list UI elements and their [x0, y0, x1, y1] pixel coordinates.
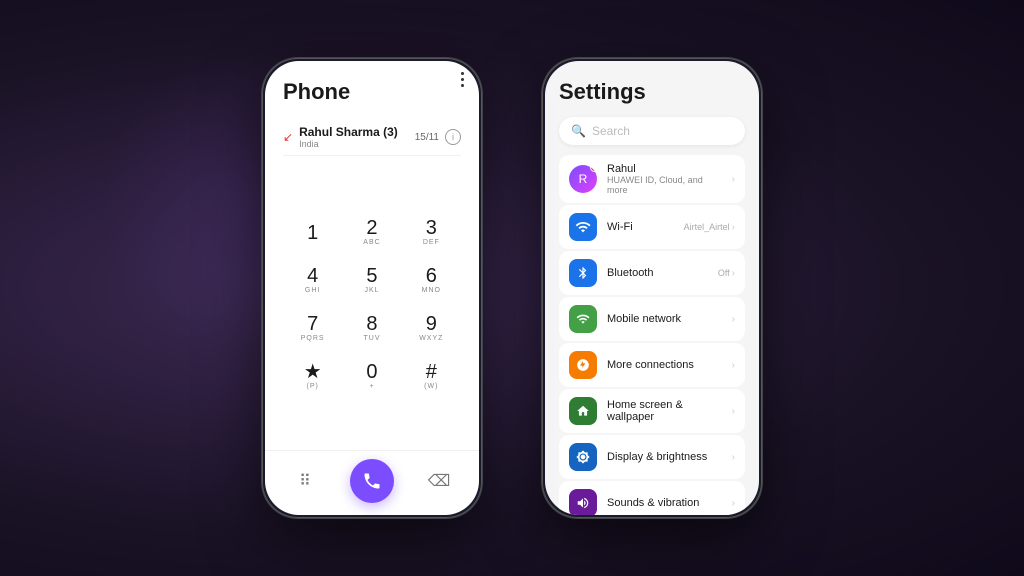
call-button[interactable]	[350, 459, 394, 503]
settings-item-more-connections[interactable]: More connections ›	[559, 343, 745, 387]
backspace-button[interactable]: ⌫	[424, 466, 454, 496]
dialpad: 1 2 ABC 3 DEF 4 GHI	[283, 164, 461, 450]
home-screen-label: Home screen & wallpaper	[607, 399, 722, 423]
call-count: 15/11	[415, 132, 439, 143]
dial-key-6[interactable]: 6 MNO	[405, 259, 457, 303]
settings-item-home-screen[interactable]: Home screen & wallpaper ›	[559, 389, 745, 433]
settings-search-bar[interactable]: 🔍 Search	[559, 117, 745, 145]
settings-item-wifi[interactable]: Wi-Fi Airtel_Airtel ›	[559, 205, 745, 249]
phone-device: Phone ↙ Rahul Sharma (3) India 15/11 i	[262, 58, 482, 518]
settings-item-display[interactable]: Display & brightness ›	[559, 435, 745, 479]
settings-item-bluetooth[interactable]: Bluetooth Off ›	[559, 251, 745, 295]
missed-call-icon: ↙	[283, 130, 293, 144]
home-screen-icon	[569, 397, 597, 425]
wifi-icon	[569, 213, 597, 241]
settings-list: R Rahul HUAWEI ID, Cloud, and more ›	[559, 155, 745, 515]
caller-name: Rahul Sharma (3)	[299, 125, 398, 139]
search-icon: 🔍	[571, 124, 586, 138]
dial-key-5[interactable]: 5 JKL	[346, 259, 398, 303]
mobile-network-icon	[569, 305, 597, 333]
settings-item-sounds[interactable]: Sounds & vibration ›	[559, 481, 745, 515]
dial-key-hash[interactable]: # (W)	[405, 355, 457, 399]
dial-key-star[interactable]: ★ (P)	[287, 355, 339, 399]
profile-name: Rahul	[607, 163, 722, 175]
mobile-network-label: Mobile network	[607, 313, 722, 325]
chevron-right-icon: ›	[732, 406, 735, 417]
bluetooth-icon	[569, 259, 597, 287]
phone-app: Phone ↙ Rahul Sharma (3) India 15/11 i	[265, 61, 479, 450]
wifi-value: Airtel_Airtel	[684, 222, 730, 232]
chevron-right-icon: ›	[732, 360, 735, 371]
chevron-right-icon: ›	[732, 174, 735, 185]
settings-app: Settings 🔍 Search R Rahul HUAWEI ID, Clo…	[545, 61, 759, 515]
dial-key-2[interactable]: 2 ABC	[346, 211, 398, 255]
bluetooth-label: Bluetooth	[607, 267, 708, 279]
phone-bottom-bar: ⠿ ⌫	[265, 450, 479, 515]
caller-country: India	[299, 139, 398, 149]
dial-key-9[interactable]: 9 WXYZ	[405, 307, 457, 351]
wifi-label: Wi-Fi	[607, 221, 674, 233]
profile-sub: HUAWEI ID, Cloud, and more	[607, 175, 722, 195]
settings-item-mobile-network[interactable]: Mobile network ›	[559, 297, 745, 341]
search-placeholder-text: Search	[592, 124, 630, 138]
recent-call-item[interactable]: ↙ Rahul Sharma (3) India 15/11 i	[283, 119, 461, 156]
chevron-right-icon: ›	[732, 222, 735, 233]
display-label: Display & brightness	[607, 451, 722, 463]
chevron-right-icon: ›	[732, 452, 735, 463]
overflow-menu-button[interactable]	[461, 72, 464, 87]
sounds-label: Sounds & vibration	[607, 497, 722, 509]
dial-key-7[interactable]: 7 PQRS	[287, 307, 339, 351]
chevron-right-icon: ›	[732, 268, 735, 279]
chevron-right-icon: ›	[732, 498, 735, 509]
settings-item-profile[interactable]: R Rahul HUAWEI ID, Cloud, and more ›	[559, 155, 745, 203]
dialpad-toggle-button[interactable]: ⠿	[290, 466, 320, 496]
dial-key-1[interactable]: 1	[287, 211, 339, 255]
dial-key-8[interactable]: 8 TUV	[346, 307, 398, 351]
call-info-button[interactable]: i	[445, 129, 461, 145]
settings-title: Settings	[559, 79, 745, 105]
settings-device: Settings 🔍 Search R Rahul HUAWEI ID, Clo…	[542, 58, 762, 518]
bluetooth-value: Off	[718, 268, 730, 278]
more-connections-icon	[569, 351, 597, 379]
dial-key-4[interactable]: 4 GHI	[287, 259, 339, 303]
dial-key-3[interactable]: 3 DEF	[405, 211, 457, 255]
profile-avatar: R	[569, 165, 597, 193]
chevron-right-icon: ›	[732, 314, 735, 325]
display-icon	[569, 443, 597, 471]
phone-app-title: Phone	[283, 79, 461, 105]
dial-key-0[interactable]: 0 +	[346, 355, 398, 399]
sounds-icon	[569, 489, 597, 515]
more-connections-label: More connections	[607, 359, 722, 371]
